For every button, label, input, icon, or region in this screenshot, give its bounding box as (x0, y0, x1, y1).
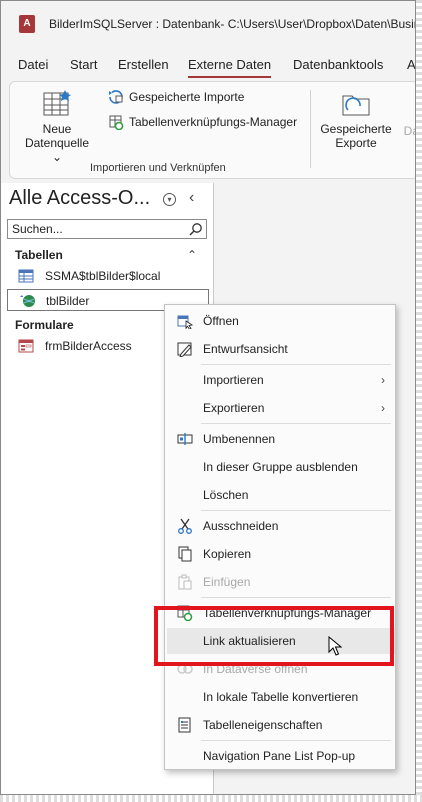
ribbon-panel: Neue Datenquelle ⌄ Gespeicherte Importe … (9, 81, 415, 179)
menu-item-nav-pane-popup[interactable]: Navigation Pane List Pop-up (167, 743, 395, 769)
rename-icon (177, 433, 193, 445)
menu-item-label: Einfügen (203, 575, 251, 589)
menu-item-cut[interactable]: Ausschneiden (167, 513, 395, 539)
menu-item-delete[interactable]: Löschen (167, 482, 395, 508)
menu-item-import[interactable]: Importieren › (167, 367, 395, 393)
design-view-icon (177, 342, 192, 357)
saved-imports-label: Gespeicherte Importe (129, 90, 245, 104)
nav-dropdown-icon[interactable]: ▾ (163, 193, 176, 206)
new-data-source-icon (43, 90, 71, 116)
menu-item-rename[interactable]: Umbenennen (167, 426, 395, 452)
menu-item-open[interactable]: Öffnen (167, 308, 395, 334)
menu-item-hide-in-group[interactable]: In dieser Gruppe ausblenden (167, 454, 395, 480)
tab-datenbanktools[interactable]: Datenbanktools (293, 57, 383, 72)
menu-item-label: Exportieren (203, 401, 265, 415)
form-icon (18, 339, 34, 353)
linked-table-globe-icon (20, 295, 35, 307)
menu-item-label: Löschen (203, 488, 249, 502)
table-icon (18, 269, 34, 283)
access-app-icon: A (19, 15, 35, 33)
nav-item-ssma-table[interactable]: SSMA$tblBilder$local (1, 265, 211, 287)
linked-table-manager-label: Tabellenverknüpfungs-Manager (129, 115, 298, 129)
new-data-source-button[interactable]: Neue Datenquelle ⌄ (22, 88, 92, 164)
menu-item-export[interactable]: Exportieren › (167, 395, 395, 421)
context-menu: Öffnen Entwurfsansicht Importieren › Exp… (164, 304, 396, 770)
menu-item-copy[interactable]: Kopieren (167, 541, 395, 567)
torn-edge-right (416, 0, 422, 802)
properties-icon (178, 717, 191, 733)
data-button-partial[interactable]: Dat (398, 124, 415, 138)
nav-item-label: tblBilder (46, 294, 90, 308)
menu-item-label: Navigation Pane List Pop-up (203, 749, 356, 763)
tab-erstellen[interactable]: Erstellen (118, 57, 169, 72)
chevron-right-icon: › (381, 401, 385, 415)
section-forms-label: Formulare (15, 318, 74, 332)
open-icon (177, 315, 193, 329)
menu-item-label: Kopieren (203, 547, 252, 561)
search-placeholder: Suchen... (12, 222, 63, 236)
new-data-source-label-1: Neue (42, 122, 72, 136)
menu-separator (201, 597, 391, 598)
collapse-pane-icon[interactable]: ‹ (189, 189, 194, 207)
cut-icon (178, 518, 192, 534)
saved-exports-icon (342, 95, 370, 116)
paste-icon (178, 574, 192, 590)
menu-item-label: In lokale Tabelle konvertieren (203, 690, 359, 704)
menu-item-convert-local[interactable]: In lokale Tabelle konvertieren (167, 684, 395, 710)
tab-more[interactable]: A (407, 57, 415, 72)
menu-item-label: Tabelleneigenschaften (203, 718, 323, 732)
section-tables-label: Tabellen (15, 248, 63, 262)
section-tables[interactable]: Tabellen ⌃ (1, 245, 211, 265)
menu-item-label: Entwurfsansicht (203, 342, 288, 356)
linked-table-manager-button[interactable]: Tabellenverknüpfungs-Manager (108, 114, 297, 130)
ribbon-group-label: Importieren und Verknüpfen (90, 162, 226, 174)
chevron-up-icon: ⌃ (186, 248, 197, 262)
menu-item-label: Umbenennen (203, 432, 276, 446)
nav-item-label: frmBilderAccess (45, 339, 132, 353)
search-icon[interactable] (189, 222, 203, 236)
saved-exports-label-2: Exporte (335, 136, 377, 150)
search-input[interactable]: Suchen... (7, 219, 207, 239)
mouse-cursor-icon (328, 636, 342, 656)
saved-exports-button[interactable]: Gespeicherte Exporte (316, 88, 396, 150)
window-title: BilderImSQLServer : Datenbank- C:\Users\… (49, 17, 416, 31)
ribbon-tabs: Datei Start Erstellen Externe Daten Date… (1, 53, 415, 79)
title-bar: A BilderImSQLServer : Datenbank- C:\User… (1, 1, 415, 49)
copy-icon (178, 546, 192, 562)
nav-pane-title[interactable]: Alle Access-O... (9, 187, 150, 210)
new-data-source-label-2: Datenquelle (24, 136, 90, 150)
menu-item-design-view[interactable]: Entwurfsansicht (167, 336, 395, 362)
menu-item-paste[interactable]: Einfügen (167, 569, 395, 595)
menu-item-label: Ausschneiden (203, 519, 279, 533)
saved-imports-button[interactable]: Gespeicherte Importe (108, 89, 244, 105)
menu-separator (201, 423, 391, 424)
menu-item-label: In dieser Gruppe ausblenden (203, 460, 358, 474)
saved-exports-label-1: Gespeicherte (320, 122, 392, 136)
chevron-down-icon: ⌄ (51, 150, 63, 164)
menu-item-label: Importieren (203, 373, 264, 387)
menu-separator (201, 364, 391, 365)
nav-item-label: SSMA$tblBilder$local (45, 269, 161, 283)
linked-table-manager-icon (109, 115, 124, 130)
menu-item-label: Öffnen (203, 314, 239, 328)
chevron-right-icon: › (381, 373, 385, 387)
menu-separator (201, 740, 391, 741)
saved-imports-icon (109, 90, 123, 104)
ribbon-separator (310, 90, 311, 168)
tab-externe-daten[interactable]: Externe Daten (188, 57, 272, 78)
menu-separator (201, 510, 391, 511)
torn-edge-bottom (0, 795, 422, 802)
highlight-rectangle (154, 606, 394, 666)
tab-datei[interactable]: Datei (18, 57, 48, 72)
tab-start[interactable]: Start (70, 57, 97, 72)
menu-item-table-properties[interactable]: Tabelleneigenschaften (167, 712, 395, 738)
